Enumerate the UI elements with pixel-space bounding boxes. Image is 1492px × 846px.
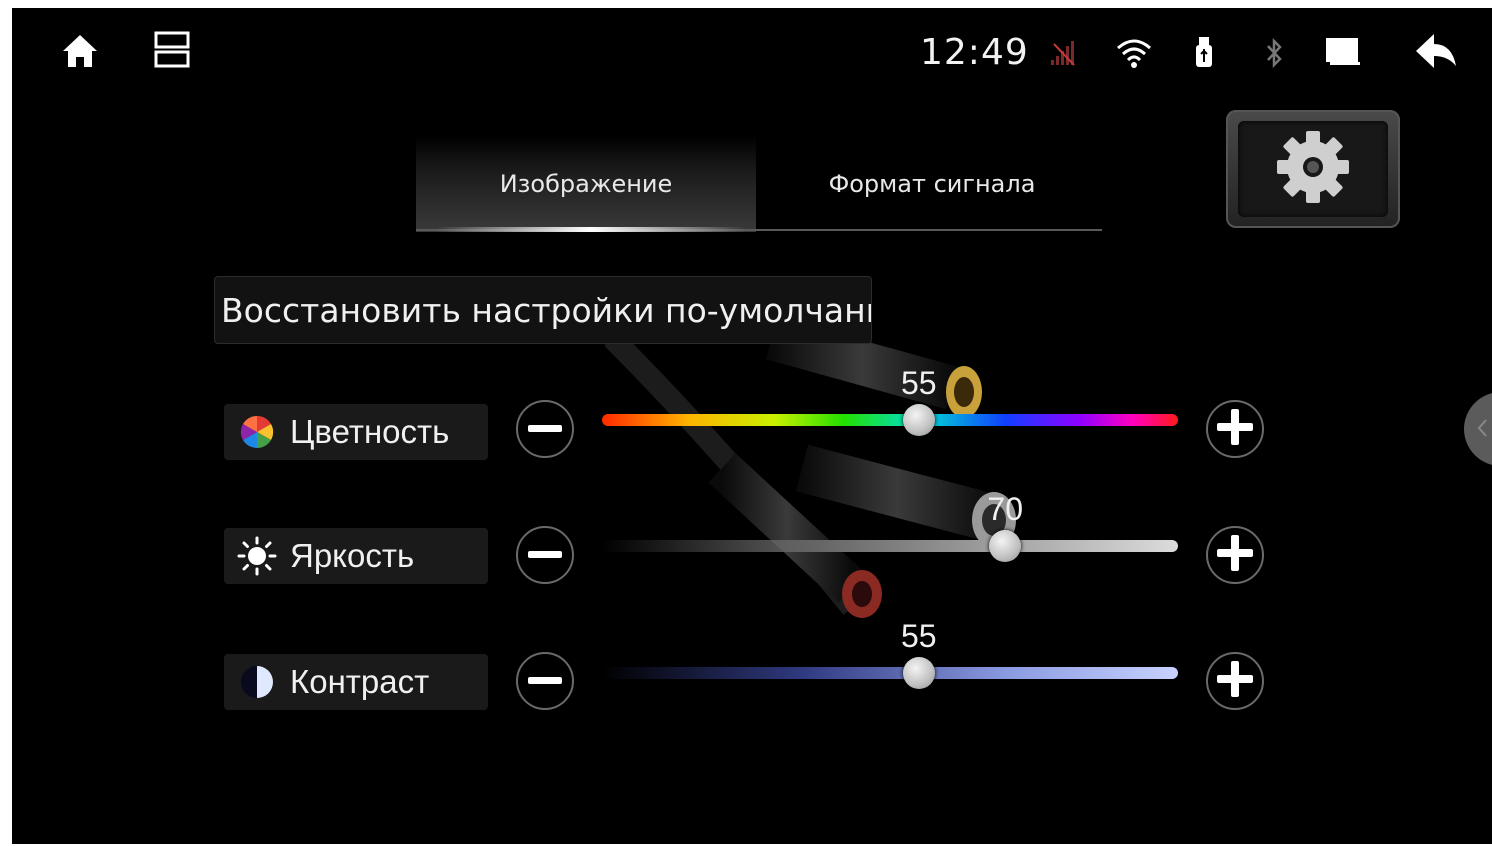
contrast-slider-thumb[interactable] bbox=[902, 657, 935, 689]
no-signal-icon bbox=[1048, 38, 1078, 68]
settings-gear-button[interactable] bbox=[1226, 110, 1400, 228]
brightness-decrease-button[interactable] bbox=[516, 526, 574, 584]
contrast-increase-button[interactable] bbox=[1206, 652, 1264, 710]
contrast-decrease-button[interactable] bbox=[516, 652, 574, 710]
color-increase-button[interactable] bbox=[1206, 400, 1264, 458]
screen-icon[interactable] bbox=[1324, 36, 1362, 68]
brightness-increase-button[interactable] bbox=[1206, 526, 1264, 584]
bluetooth-icon bbox=[1262, 36, 1286, 70]
color-slider-track[interactable] bbox=[602, 414, 1178, 426]
color-slider-thumb[interactable] bbox=[902, 404, 935, 436]
chevron-left-icon bbox=[1476, 418, 1488, 443]
tab-signal-format[interactable]: Формат сигнала bbox=[762, 136, 1102, 232]
tab-bar: Изображение Формат сигнала bbox=[416, 136, 1102, 232]
clock: 12:49 bbox=[920, 32, 1029, 73]
contrast-value: 55 bbox=[901, 618, 937, 654]
plus-icon bbox=[1217, 408, 1253, 450]
recent-apps-icon[interactable] bbox=[154, 30, 190, 70]
home-icon[interactable] bbox=[60, 32, 100, 70]
contrast-slider-track[interactable] bbox=[602, 667, 1178, 679]
brightness-slider-thumb[interactable] bbox=[989, 530, 1022, 562]
color-decrease-button[interactable] bbox=[516, 400, 574, 458]
minus-icon bbox=[528, 420, 562, 438]
contrast-label-text: Контраст bbox=[290, 663, 430, 700]
usb-icon bbox=[1192, 34, 1216, 70]
color-label: Цветность bbox=[224, 404, 488, 460]
brightness-label-text: Яркость bbox=[290, 537, 415, 574]
plus-icon bbox=[1217, 534, 1253, 576]
color-label-text: Цветность bbox=[290, 413, 450, 450]
color-wheel-icon bbox=[224, 414, 290, 450]
rca-cables-background bbox=[604, 316, 1016, 618]
brightness-label: Яркость bbox=[224, 528, 488, 584]
minus-icon bbox=[528, 672, 562, 690]
brightness-slider-track[interactable] bbox=[602, 540, 1178, 552]
minus-icon bbox=[528, 546, 562, 564]
sun-icon bbox=[224, 536, 290, 576]
gear-icon bbox=[1271, 125, 1355, 214]
contrast-label: Контраст bbox=[224, 654, 488, 710]
settings-screen: 12:49 Изображение Формат сигнала Восстан… bbox=[12, 8, 1492, 844]
tab-image[interactable]: Изображение bbox=[416, 136, 756, 232]
color-value: 55 bbox=[901, 365, 937, 401]
tab-active-indicator bbox=[436, 227, 746, 232]
side-panel-handle[interactable] bbox=[1464, 392, 1492, 466]
reset-defaults-button[interactable]: Восстановить настройки по-умолчанию bbox=[214, 276, 872, 344]
brightness-value: 70 bbox=[987, 491, 1023, 527]
wifi-icon bbox=[1114, 36, 1154, 70]
plus-icon bbox=[1217, 660, 1253, 702]
back-icon[interactable] bbox=[1414, 32, 1458, 70]
contrast-icon bbox=[224, 664, 290, 700]
